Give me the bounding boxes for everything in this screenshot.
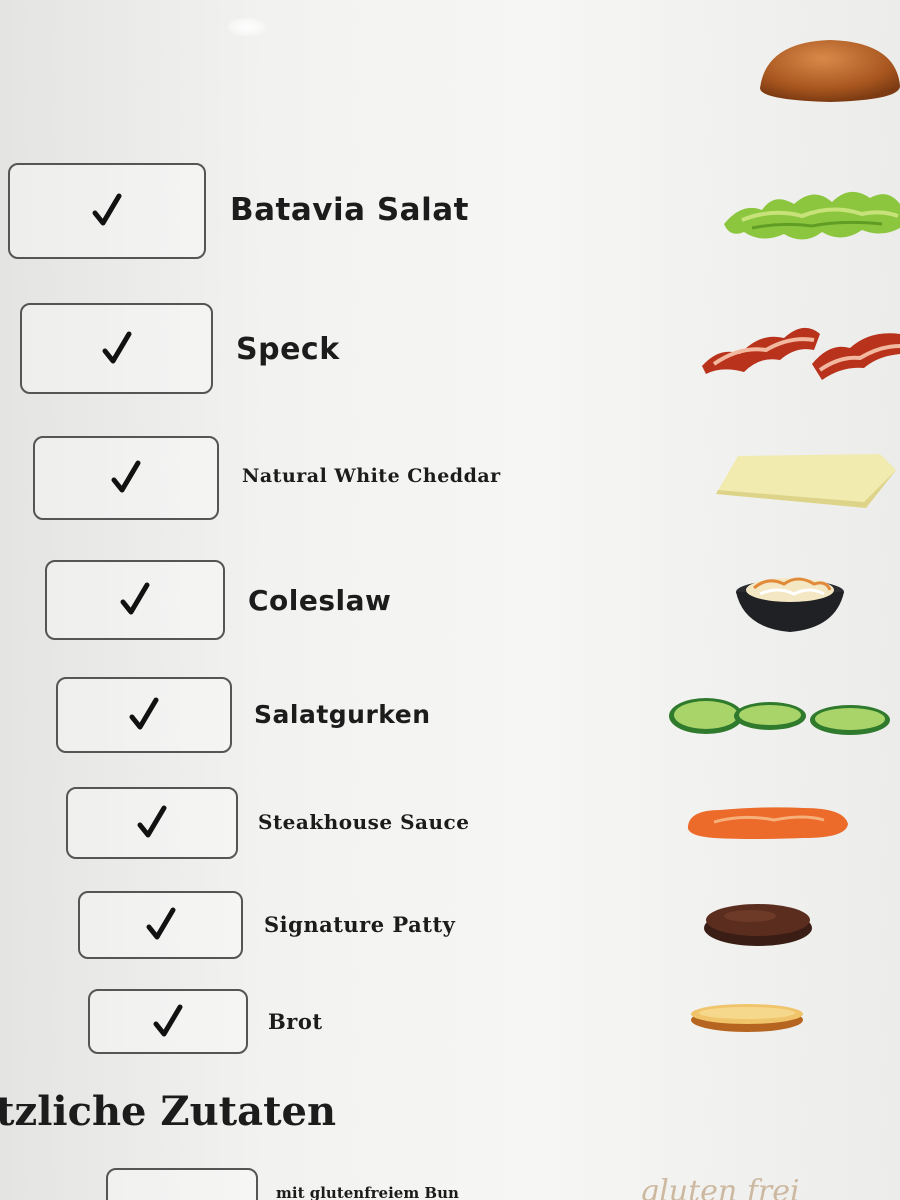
ingredient-label: Coleslaw [248, 584, 392, 617]
sauce-smear-image [687, 807, 848, 839]
checkmark-icon [102, 331, 131, 363]
checkmark-icon [137, 805, 167, 838]
ingredient-label: Signature Patty [264, 912, 456, 937]
checkbox-steakhouse-sauce[interactable] [66, 787, 238, 859]
cheese-slice-image [716, 454, 896, 508]
checkbox-batavia-salat[interactable] [8, 163, 206, 259]
gluten-free-bun-label: mit glutenfreiem Bun [276, 1184, 459, 1200]
checkbox-signature-patty[interactable] [78, 891, 243, 959]
checkbox-coleslaw[interactable] [45, 560, 225, 640]
checkmark-icon [153, 1004, 183, 1036]
bottom-bun-image [691, 1004, 803, 1032]
checkbox-brot[interactable] [88, 989, 248, 1054]
checkbox-salatgurken[interactable] [56, 677, 232, 753]
checkmark-icon [111, 460, 141, 493]
checkbox-speck[interactable] [20, 303, 213, 394]
ingredient-label: Steakhouse Sauce [258, 810, 470, 834]
lettuce-leaf-image [724, 191, 900, 240]
ingredient-label: Salatgurken [254, 700, 431, 729]
gluten-free-logo: gluten frei [640, 1174, 800, 1200]
checkmark-icon [129, 697, 159, 730]
ingredient-label: Brot [268, 1009, 323, 1034]
cucumber-slices-image [669, 698, 890, 735]
section-title-additional-ingredients: tzliche Zutaten [0, 1088, 337, 1135]
ingredient-label: Speck [236, 332, 340, 367]
checkmark-icon [146, 907, 175, 940]
checkmark-icon [120, 582, 150, 615]
ingredient-label: Natural White Cheddar [242, 465, 501, 487]
screen-glare [228, 18, 266, 36]
coleslaw-bowl-image [736, 577, 844, 632]
checkbox-natural-white-cheddar[interactable] [33, 436, 219, 520]
checkbox-gluten-free-bun[interactable] [106, 1168, 258, 1200]
beef-patty-image [704, 904, 812, 946]
ingredient-label: Batavia Salat [230, 192, 469, 228]
bacon-strips-image [702, 327, 900, 380]
checkmark-icon [92, 193, 122, 226]
top-bun-image [760, 40, 900, 102]
